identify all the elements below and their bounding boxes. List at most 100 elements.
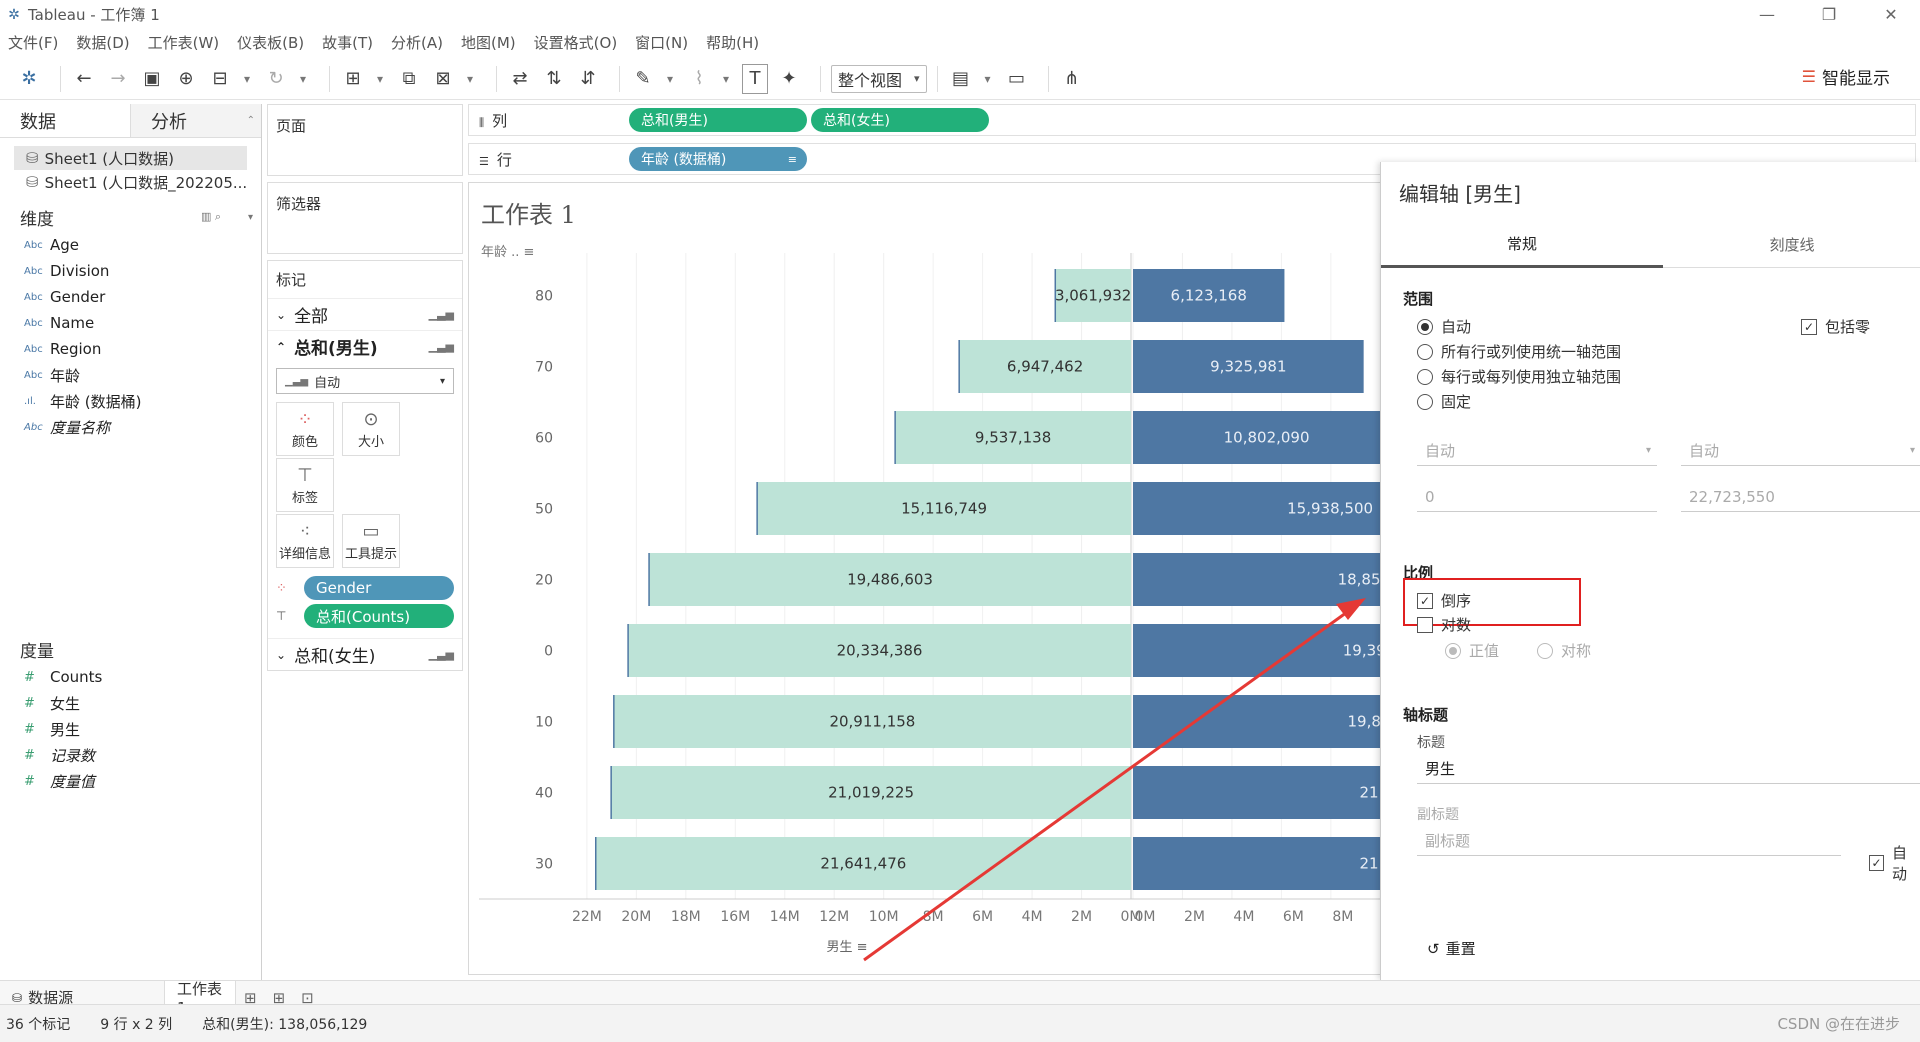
dimension-field[interactable]: Abc Gender: [0, 284, 261, 310]
mark-type-select[interactable]: ▁▃▅ 自动 ▾: [276, 368, 454, 394]
row-pill-age-bins[interactable]: 年龄 (数据桶) ≡: [629, 147, 807, 171]
marks-female-row[interactable]: ⌄ 总和(女生) ▁▃▅: [268, 638, 462, 670]
range-start-select[interactable]: 自动 ▾: [1417, 436, 1657, 466]
marks-all-row[interactable]: ⌄ 全部 ▁▃▅: [268, 298, 462, 330]
measure-field[interactable]: # 记录数: [0, 742, 261, 768]
show-me-button[interactable]: ☰ 智能显示: [1802, 64, 1890, 89]
chevron-down-icon[interactable]: ▾: [982, 64, 994, 94]
menu-dashboard[interactable]: 仪表板(B): [237, 32, 304, 53]
list-view-icon[interactable]: ▥ ⌕: [201, 210, 221, 224]
tab-analysis[interactable]: 分析 ⌃: [131, 104, 261, 137]
restore-icon[interactable]: ❐: [1800, 0, 1858, 29]
dimension-field[interactable]: Abc Region: [0, 336, 261, 362]
string-type-icon: Abc: [24, 421, 43, 433]
presentation-mode-icon[interactable]: ▭: [1004, 64, 1030, 94]
gender-pill[interactable]: Gender: [304, 576, 454, 600]
pages-card[interactable]: 页面: [267, 104, 463, 176]
undo-icon[interactable]: ←: [71, 64, 97, 94]
clear-sheet-icon[interactable]: ⊠: [430, 64, 456, 94]
reset-button[interactable]: ↺ 重置: [1427, 938, 1476, 959]
chevron-down-icon[interactable]: ▾: [248, 212, 253, 223]
marks-male-row[interactable]: ⌃ 总和(男生) ▁▃▅: [268, 330, 462, 362]
measure-field[interactable]: # 女生: [0, 690, 261, 716]
columns-shelf[interactable]: ⫼ 列 总和(男生) 总和(女生): [468, 104, 1916, 136]
range-end-input[interactable]: 22,723,550: [1681, 482, 1920, 512]
pin-icon[interactable]: ✦: [776, 64, 802, 94]
measure-field[interactable]: # Counts: [0, 664, 261, 690]
close-icon[interactable]: ✕: [1862, 0, 1920, 29]
dimension-field[interactable]: .ıl. 年龄 (数据桶): [0, 388, 261, 414]
tableau-home-icon[interactable]: ✲: [16, 64, 42, 94]
chevron-down-icon[interactable]: ▾: [374, 64, 386, 94]
label-button[interactable]: ⊤ 标签: [276, 458, 334, 512]
range-auto-radio[interactable]: 自动: [1417, 314, 1471, 339]
tab-data[interactable]: 数据: [0, 104, 131, 137]
range-start-input[interactable]: 0: [1417, 482, 1657, 512]
menu-file[interactable]: 文件(F): [8, 32, 58, 53]
datasource-item[interactable]: ⛁ Sheet1 (人口数据): [14, 146, 247, 170]
chevron-down-icon[interactable]: ▾: [241, 64, 253, 94]
minimize-icon[interactable]: —: [1738, 0, 1796, 29]
counts-pill[interactable]: 总和(Counts): [304, 604, 454, 628]
measure-field[interactable]: # 男生: [0, 716, 261, 742]
dimension-field[interactable]: Abc Age: [0, 232, 261, 258]
include-zero-checkbox[interactable]: ✓ 包括零: [1801, 316, 1870, 337]
pause-updates-icon[interactable]: ⊟: [207, 64, 233, 94]
sort-ascending-icon[interactable]: ⇅: [541, 64, 567, 94]
menu-analysis[interactable]: 分析(A): [391, 32, 443, 53]
tab-tick-marks[interactable]: 刻度线: [1663, 222, 1920, 268]
column-pill-male[interactable]: 总和(男生): [629, 108, 807, 132]
save-icon[interactable]: ▣: [139, 64, 165, 94]
menu-format[interactable]: 设置格式(O): [534, 32, 618, 53]
positive-radio[interactable]: 正值: [1445, 640, 1499, 661]
dimension-field[interactable]: Abc 年龄: [0, 362, 261, 388]
chevron-down-icon[interactable]: ▾: [297, 64, 309, 94]
menu-help[interactable]: 帮助(H): [706, 32, 759, 53]
range-fixed-radio[interactable]: 固定: [1417, 389, 1471, 414]
sort-descending-icon[interactable]: ⇵: [575, 64, 601, 94]
menu-worksheet[interactable]: 工作表(W): [148, 32, 220, 53]
filters-card[interactable]: 筛选器: [267, 182, 463, 254]
menu-map[interactable]: 地图(M): [461, 32, 516, 53]
highlight-icon[interactable]: ✎: [630, 64, 656, 94]
chevron-down-icon[interactable]: ▾: [720, 64, 732, 94]
show-labels-icon[interactable]: T: [742, 63, 768, 94]
range-end-select[interactable]: 自动 ▾: [1681, 436, 1920, 466]
column-pill-female[interactable]: 总和(女生): [811, 108, 989, 132]
log-checkbox[interactable]: 对数: [1417, 614, 1471, 635]
swap-icon[interactable]: ⇄: [507, 64, 533, 94]
menu-data[interactable]: 数据(D): [76, 32, 129, 53]
range-uniform-radio[interactable]: 所有行或列使用统一轴范围: [1417, 339, 1621, 364]
detail-button[interactable]: ⁖ 详细信息: [276, 514, 334, 568]
datasource-item[interactable]: ⛁ Sheet1 (人口数据_202205...: [0, 170, 261, 194]
share-icon[interactable]: ⋔: [1059, 64, 1085, 94]
tab-general[interactable]: 常规: [1381, 222, 1663, 268]
title-input[interactable]: 男生: [1417, 754, 1920, 784]
chevron-down-icon[interactable]: ▾: [664, 64, 676, 94]
range-independent-radio[interactable]: 每行或每列使用独立轴范围: [1417, 364, 1621, 389]
new-worksheet-icon[interactable]: ⊞: [340, 64, 366, 94]
menu-window[interactable]: 窗口(N): [635, 32, 688, 53]
row-tick-label: 40: [535, 786, 553, 802]
dimension-field[interactable]: Abc 度量名称: [0, 414, 261, 440]
color-button[interactable]: ⁘ 颜色: [276, 402, 334, 456]
group-icon[interactable]: ⌇: [686, 64, 712, 94]
view-fit-select[interactable]: 整个视图 ▾: [831, 64, 927, 93]
subtitle-auto-checkbox[interactable]: ✓ 自动: [1869, 842, 1920, 884]
menu-story[interactable]: 故事(T): [322, 32, 373, 53]
symmetric-radio[interactable]: 对称: [1537, 640, 1591, 661]
bar-icon: ▁▃▅: [285, 375, 309, 387]
new-datasource-icon[interactable]: ⊕: [173, 64, 199, 94]
refresh-icon[interactable]: ↻: [263, 64, 289, 94]
dimension-field[interactable]: Abc Name: [0, 310, 261, 336]
dimension-field[interactable]: Abc Division: [0, 258, 261, 284]
duplicate-icon[interactable]: ⧉: [396, 64, 422, 94]
subtitle-input[interactable]: 副标题: [1417, 826, 1841, 856]
tooltip-button[interactable]: ▭ 工具提示: [342, 514, 400, 568]
redo-icon[interactable]: →: [105, 64, 131, 94]
measure-field[interactable]: # 度量值: [0, 768, 261, 794]
reversed-checkbox[interactable]: ✓ 倒序: [1417, 590, 1471, 611]
show-cards-icon[interactable]: ▤: [948, 64, 974, 94]
size-button[interactable]: ⊙ 大小: [342, 402, 400, 456]
chevron-down-icon[interactable]: ▾: [464, 64, 476, 94]
